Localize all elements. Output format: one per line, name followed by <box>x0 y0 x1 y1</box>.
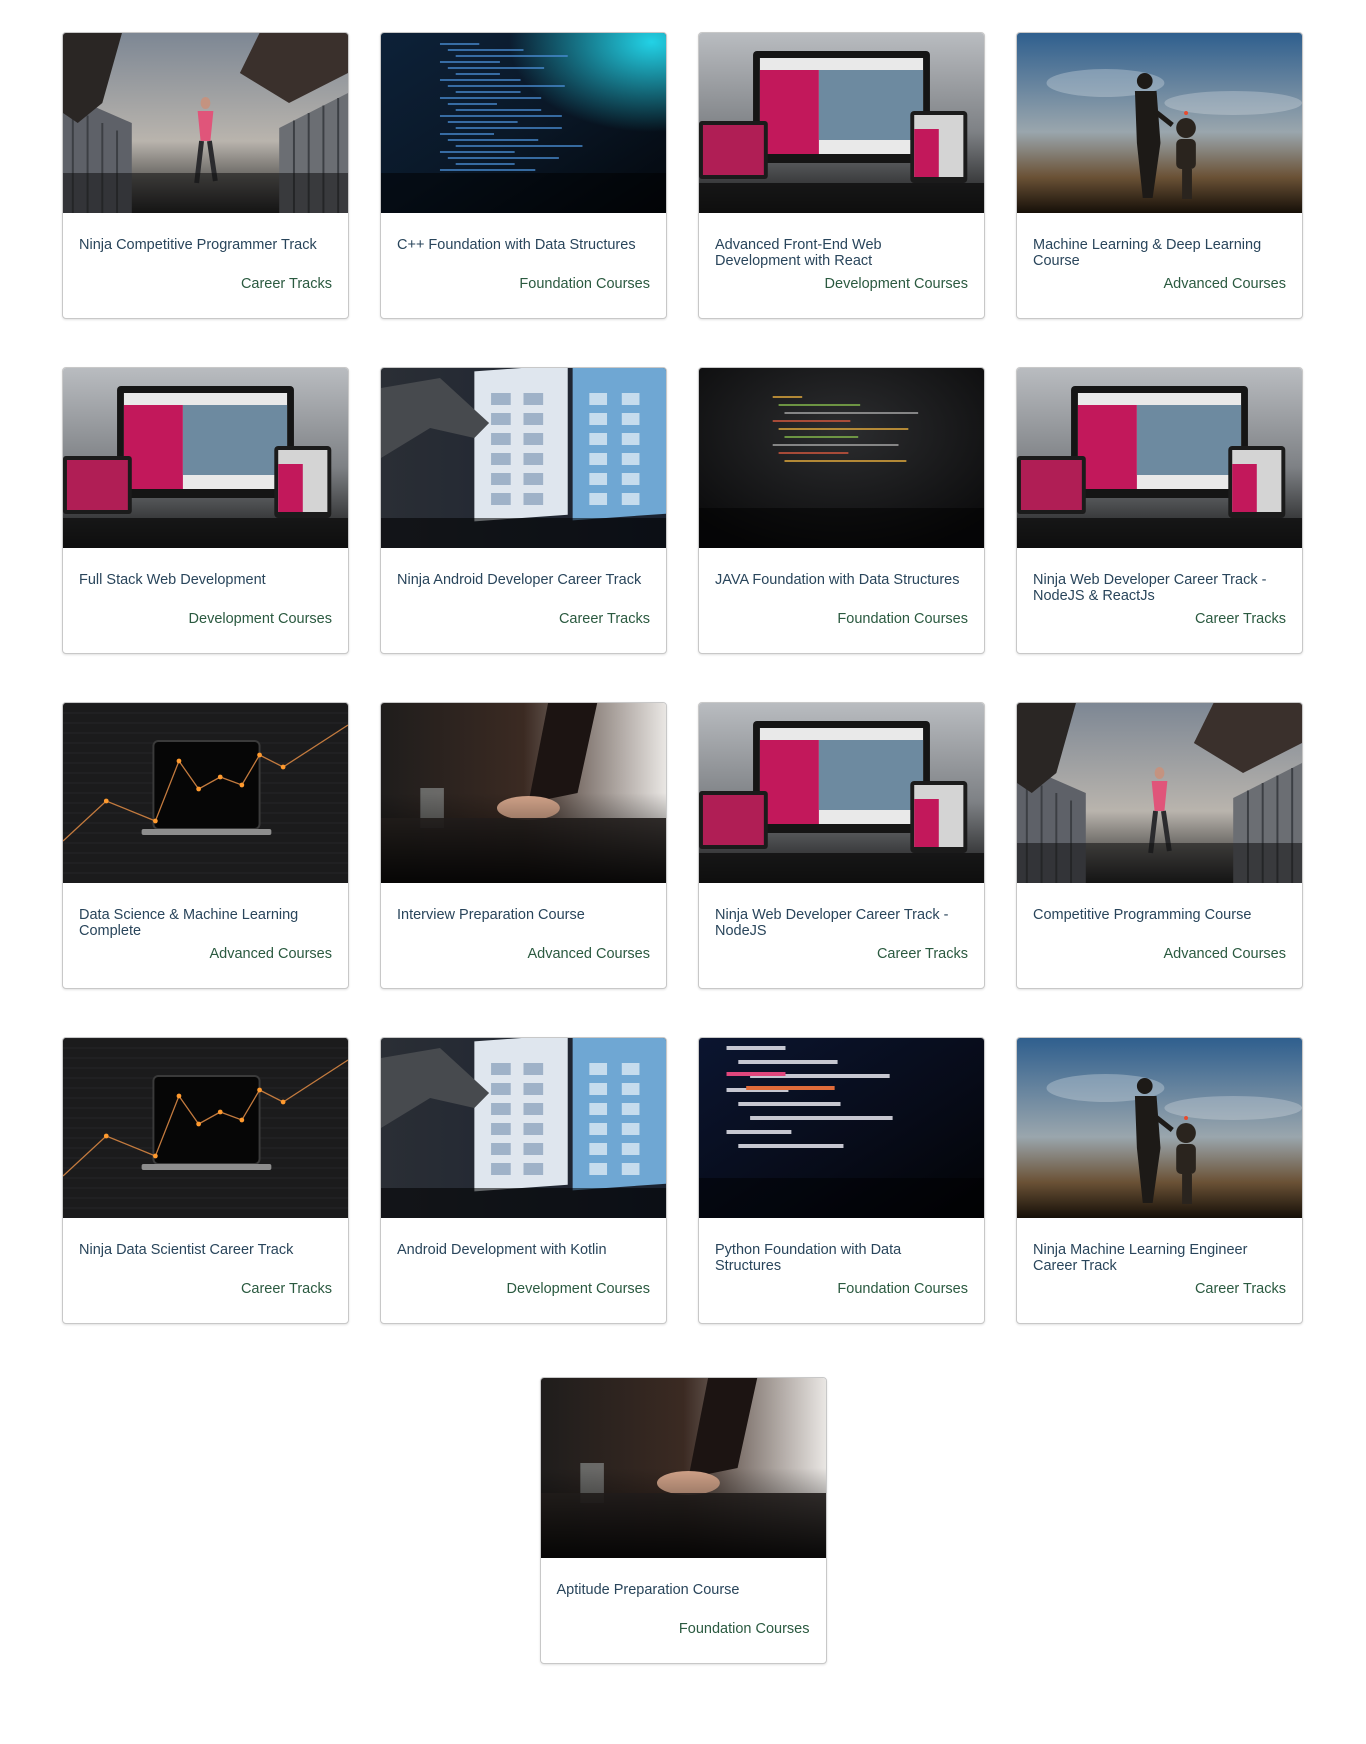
course-card[interactable]: Ninja Web Developer Career Track - NodeJ… <box>698 702 985 989</box>
course-title[interactable]: Ninja Android Developer Career Track <box>397 572 650 588</box>
course-category: Career Tracks <box>876 946 968 962</box>
course-card[interactable]: C++ Foundation with Data Structures Foun… <box>380 32 667 319</box>
course-card[interactable]: Ninja Data Scientist Career Track Career… <box>62 1037 349 1324</box>
course-category: Career Tracks <box>1194 611 1286 627</box>
dark-code-photo <box>699 368 984 548</box>
course-card[interactable]: Python Foundation with Data Structures F… <box>698 1037 985 1324</box>
responsive-devices-photo <box>63 368 348 548</box>
course-title[interactable]: Ninja Data Scientist Career Track <box>79 1242 332 1258</box>
responsive-devices-photo <box>699 703 984 883</box>
course-category: Foundation Courses <box>837 611 968 627</box>
course-card[interactable]: JAVA Foundation with Data Structures Fou… <box>698 367 985 654</box>
course-category: Foundation Courses <box>837 1281 968 1297</box>
course-grid-last-row: Aptitude Preparation Course Foundation C… <box>0 1377 1366 1664</box>
course-title[interactable]: Machine Learning & Deep Learning Course <box>1033 237 1286 269</box>
course-category: Career Tracks <box>558 611 650 627</box>
course-card[interactable]: Advanced Front-End Web Development with … <box>698 32 985 319</box>
course-card[interactable]: Full Stack Web Development Development C… <box>62 367 349 654</box>
responsive-devices-photo <box>699 33 984 213</box>
course-card[interactable]: Android Development with Kotlin Developm… <box>380 1037 667 1324</box>
course-card[interactable]: Ninja Machine Learning Engineer Career T… <box>1016 1037 1303 1324</box>
course-category: Foundation Courses <box>678 1621 810 1637</box>
course-category: Advanced Courses <box>1163 946 1286 962</box>
runners-photo <box>1017 703 1302 883</box>
man-robot-photo <box>1017 1038 1302 1218</box>
course-title[interactable]: Advanced Front-End Web Development with … <box>715 237 968 269</box>
course-card[interactable]: Data Science & Machine Learning Complete… <box>62 702 349 989</box>
course-category: Development Courses <box>506 1281 650 1297</box>
touchscreen-photo <box>381 368 666 548</box>
course-card[interactable]: Aptitude Preparation Course Foundation C… <box>539 1377 827 1664</box>
laptop-chart-photo <box>63 1038 348 1218</box>
python-code-photo <box>699 1038 984 1218</box>
course-title[interactable]: Data Science & Machine Learning Complete <box>79 907 332 939</box>
course-title[interactable]: Interview Preparation Course <box>397 907 650 923</box>
course-title[interactable]: Aptitude Preparation Course <box>557 1582 810 1598</box>
code-screen-photo <box>381 33 666 213</box>
course-card[interactable]: Ninja Android Developer Career Track Car… <box>380 367 667 654</box>
course-card[interactable]: Interview Preparation Course Advanced Co… <box>380 702 667 989</box>
man-robot-photo <box>1017 33 1302 213</box>
course-category: Advanced Courses <box>1163 276 1286 292</box>
course-title[interactable]: C++ Foundation with Data Structures <box>397 237 650 253</box>
course-category: Career Tracks <box>240 276 332 292</box>
course-category: Career Tracks <box>240 1281 332 1297</box>
course-title[interactable]: Ninja Web Developer Career Track - NodeJ… <box>715 907 968 939</box>
interview-hands-photo <box>381 703 666 883</box>
course-title[interactable]: Ninja Machine Learning Engineer Career T… <box>1033 1242 1286 1274</box>
course-card[interactable]: Competitive Programming Course Advanced … <box>1016 702 1303 989</box>
responsive-devices-photo <box>1017 368 1302 548</box>
course-title[interactable]: Python Foundation with Data Structures <box>715 1242 968 1274</box>
course-card[interactable]: Ninja Web Developer Career Track - NodeJ… <box>1016 367 1303 654</box>
course-category: Development Courses <box>188 611 332 627</box>
course-title[interactable]: JAVA Foundation with Data Structures <box>715 572 968 588</box>
course-category: Career Tracks <box>1194 1281 1286 1297</box>
course-category: Advanced Courses <box>209 946 332 962</box>
course-title[interactable]: Competitive Programming Course <box>1033 907 1286 923</box>
course-grid: Ninja Competitive Programmer Track Caree… <box>62 32 1306 1324</box>
course-category: Advanced Courses <box>527 946 650 962</box>
touchscreen-photo <box>381 1038 666 1218</box>
laptop-chart-photo <box>63 703 348 883</box>
course-card[interactable]: Ninja Competitive Programmer Track Caree… <box>62 32 349 319</box>
course-title[interactable]: Full Stack Web Development <box>79 572 332 588</box>
course-title[interactable]: Ninja Web Developer Career Track - NodeJ… <box>1033 572 1286 604</box>
runners-photo <box>63 33 348 213</box>
course-card[interactable]: Machine Learning & Deep Learning Course … <box>1016 32 1303 319</box>
course-category: Development Courses <box>824 276 968 292</box>
interview-hands-photo <box>540 1378 826 1558</box>
course-category: Foundation Courses <box>519 276 650 292</box>
course-title[interactable]: Android Development with Kotlin <box>397 1242 650 1258</box>
course-title[interactable]: Ninja Competitive Programmer Track <box>79 237 332 253</box>
